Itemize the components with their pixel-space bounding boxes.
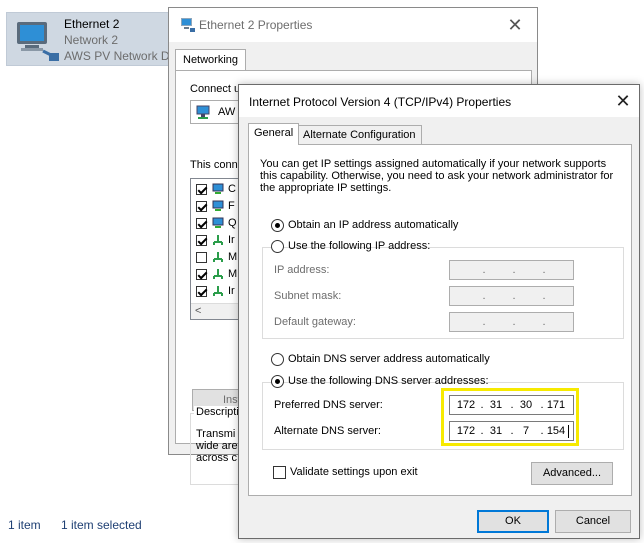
dialog-title: Internet Protocol Version 4 (TCP/IPv4) P…: [249, 95, 512, 109]
ip-address-field: ...: [449, 260, 574, 280]
subnet-mask-field: ...: [449, 286, 574, 306]
checkbox[interactable]: [196, 218, 207, 229]
adapter-short-name: AW: [218, 106, 236, 118]
checkbox[interactable]: [196, 184, 207, 195]
status-bar: 1 item 1 item selected: [0, 512, 170, 538]
alternate-dns-label: Alternate DNS server:: [274, 425, 381, 437]
radio-dot[interactable]: [271, 353, 284, 366]
this-connection-label: This conne: [190, 159, 244, 171]
checkbox-box[interactable]: [273, 466, 286, 479]
service-icon: [212, 200, 224, 211]
checkbox[interactable]: [196, 269, 207, 280]
description-legend: Descripti: [194, 406, 241, 418]
scheduler-icon: [212, 217, 224, 228]
dialog-title: Ethernet 2 Properties: [199, 18, 313, 32]
status-item-count: 1 item: [8, 518, 41, 532]
status-selected-count: 1 item selected: [61, 518, 142, 532]
radio-dot[interactable]: [271, 375, 284, 388]
tab-general[interactable]: General: [248, 123, 300, 145]
adapter-tile-ethernet-2[interactable]: Ethernet 2 Network 2 AWS PV Network Devi…: [6, 12, 170, 66]
network-icon: [181, 18, 195, 32]
preferred-dns-label: Preferred DNS server:: [274, 399, 383, 411]
title-bar: Ethernet 2 Properties ✕: [169, 8, 537, 42]
subnet-mask-label: Subnet mask:: [274, 290, 342, 302]
scroll-left-icon[interactable]: <: [195, 305, 201, 317]
default-gateway-field: ...: [449, 312, 574, 332]
radio-dot[interactable]: [271, 219, 284, 232]
protocol-icon: [213, 286, 223, 296]
protocol-icon: [213, 235, 223, 245]
adapter-network: Network 2: [64, 33, 119, 47]
intro-text: You can get IP settings assigned automat…: [260, 158, 614, 194]
checkbox[interactable]: [196, 252, 207, 263]
protocol-icon: [213, 269, 223, 279]
radio-dot[interactable]: [271, 240, 284, 253]
adapter-name: Ethernet 2: [64, 17, 120, 31]
title-bar: Internet Protocol Version 4 (TCP/IPv4) P…: [239, 85, 639, 117]
ok-button[interactable]: OK: [477, 510, 549, 533]
checkbox[interactable]: [196, 201, 207, 212]
cancel-button[interactable]: Cancel: [555, 510, 631, 533]
advanced-button[interactable]: Advanced...: [531, 462, 613, 485]
dns-highlight-box: [441, 388, 579, 446]
protocol-icon: [213, 252, 223, 262]
client-icon: [212, 183, 224, 194]
adapter-description: AWS PV Network Device: [64, 49, 170, 63]
ipv4-properties-dialog: Internet Protocol Version 4 (TCP/IPv4) P…: [238, 84, 640, 539]
checkbox[interactable]: [196, 286, 207, 297]
ip-address-label: IP address:: [274, 264, 330, 276]
close-icon[interactable]: ✕: [611, 90, 635, 112]
close-icon[interactable]: ✕: [503, 14, 527, 36]
default-gateway-label: Default gateway:: [274, 316, 356, 328]
network-adapter-icon: [17, 22, 59, 61]
connect-using-label: Connect u: [190, 83, 241, 95]
tab-networking[interactable]: Networking: [175, 49, 247, 71]
adapter-icon: [196, 105, 210, 119]
checkbox[interactable]: [196, 235, 207, 246]
tab-alternate-configuration[interactable]: Alternate Configuration: [297, 125, 422, 145]
